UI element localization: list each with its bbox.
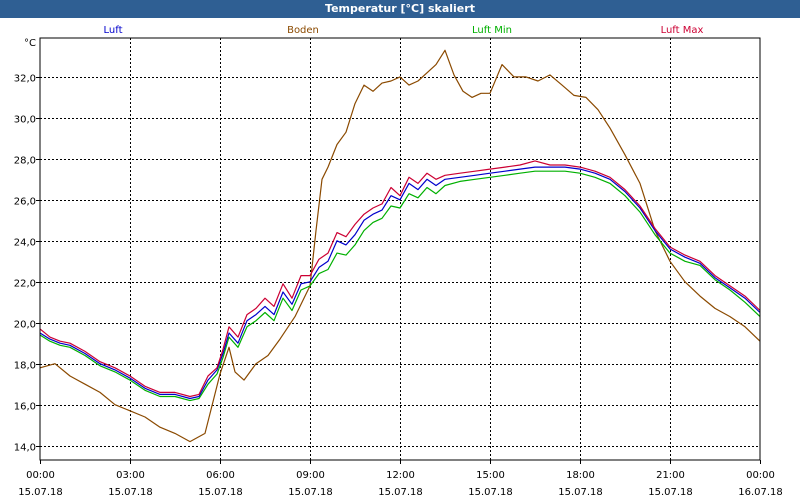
x-tick-time-label: 03:00 — [116, 470, 145, 481]
y-tick-label: 24,0 — [14, 238, 36, 249]
grid — [40, 38, 760, 460]
plot-frame — [39, 37, 761, 461]
legend-item-luft-max: Luft Max — [661, 25, 704, 36]
x-tick-date-label: 15.07.18 — [468, 487, 513, 498]
x-tick-date-label: 15.07.18 — [558, 487, 603, 498]
x-tick-time-label: 00:00 — [746, 470, 775, 481]
x-tick-time-label: 15:00 — [476, 470, 505, 481]
y-tick-label: 32,0 — [14, 74, 36, 85]
x-tick-time-label: 12:00 — [386, 470, 415, 481]
legend-item-luft-min: Luft Min — [472, 25, 512, 36]
x-tick-time-label: 21:00 — [656, 470, 685, 481]
x-tick-date-label: 16.07.18 — [738, 487, 783, 498]
chart-window: Temperatur [°C] skaliert 14,0 16,0 18,0 20,… — [0, 0, 800, 500]
legend-item-boden: Boden — [287, 25, 319, 36]
y-axis-unit-label: °C — [24, 38, 36, 49]
x-tick-date-label: 15.07.18 — [648, 487, 693, 498]
x-tick-date-label: 15.07.18 — [288, 487, 333, 498]
x-tick-date-label: 15.07.18 — [108, 487, 153, 498]
x-tick-time-label: 18:00 — [566, 470, 595, 481]
window-title: Temperatur [°C] skaliert — [0, 0, 800, 18]
y-tick-label: 16,0 — [14, 402, 36, 413]
y-tick-label: 22,0 — [14, 279, 36, 290]
y-tick-label: 26,0 — [14, 197, 36, 208]
y-tick-label: 28,0 — [14, 156, 36, 167]
y-tick-label: 20,0 — [14, 320, 36, 331]
x-tick-time-label: 00:00 — [26, 470, 55, 481]
x-tick-date-label: 15.07.18 — [378, 487, 423, 498]
y-tick-label: 14,0 — [14, 443, 36, 454]
x-tick-date-label: 15.07.18 — [18, 487, 63, 498]
y-tick-label: 18,0 — [14, 361, 36, 372]
x-tick-time-label: 09:00 — [296, 470, 325, 481]
axes: 14,0 16,0 18,0 20,0 22,0 24,0 26,0 28,0 30,0 32,0… — [14, 37, 783, 498]
x-tick-time-label: 06:00 — [206, 470, 235, 481]
x-tick-date-label: 15.07.18 — [198, 487, 243, 498]
temperature-chart: 14,0 16,0 18,0 20,0 22,0 24,0 26,0 28,0 30,0 32,0… — [14, 25, 783, 498]
legend-item-luft: Luft — [104, 25, 123, 36]
y-tick-label: 30,0 — [14, 115, 36, 126]
legend: Luft Boden Luft Min Luft Max — [104, 25, 704, 36]
